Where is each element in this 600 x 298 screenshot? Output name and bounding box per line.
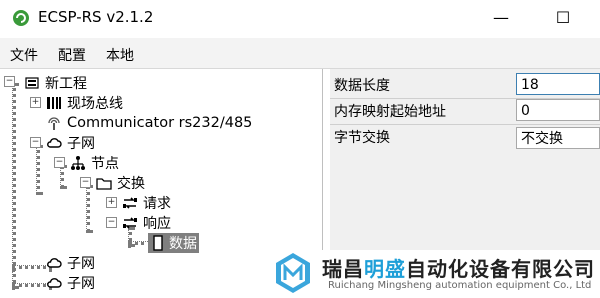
tree-line <box>86 185 90 233</box>
tree-line <box>12 83 16 289</box>
tree-item-label-selected: 数据 <box>148 233 199 253</box>
tree-item-subnet[interactable]: 子网 <box>46 273 97 293</box>
byte-swap-select[interactable]: 不交换 <box>516 127 600 149</box>
tree-item-label: 响应 <box>143 216 171 232</box>
tree-item-label: 交换 <box>117 176 145 192</box>
tree-item-label: 新工程 <box>45 76 87 92</box>
tree-item-subnet[interactable]: 子网 <box>46 133 97 153</box>
folder-icon <box>96 175 112 191</box>
title-bar: ECSP-RS v2.1.2 — ☐ <box>0 0 600 38</box>
brand-prefix: 瑞昌 <box>322 257 364 281</box>
tree-item-label: 节点 <box>91 156 119 172</box>
brand-suffix: 自动化设备有限公司 <box>406 257 595 281</box>
minimize-button[interactable]: — <box>486 6 516 30</box>
tree-line <box>36 145 40 195</box>
tree-item-data-text: 数据 <box>169 236 197 252</box>
brand-highlight: 明盛 <box>364 257 406 281</box>
window-title: ECSP-RS v2.1.2 <box>38 8 154 26</box>
project-icon <box>24 75 40 91</box>
company-logo-icon <box>276 253 310 293</box>
cloud-icon <box>46 255 62 271</box>
tree-item-subnet[interactable]: 子网 <box>46 253 97 273</box>
property-row: 内存映射起始地址 0 <box>330 97 600 123</box>
property-label: 内存映射起始地址 <box>334 104 446 120</box>
tree-item-fieldbus[interactable]: 现场总线 <box>46 93 125 113</box>
company-name: 瑞昌明盛自动化设备有限公司 <box>322 253 595 282</box>
maximize-button[interactable]: ☐ <box>548 6 578 30</box>
memory-map-start-input[interactable]: 0 <box>516 99 600 121</box>
tree-item-label: Communicator rs232/485 <box>67 115 253 131</box>
fieldbus-icon <box>46 95 62 111</box>
property-label: 字节交换 <box>334 130 390 146</box>
property-row: 字节交换 不交换 <box>330 123 600 149</box>
company-watermark: 瑞昌明盛自动化设备有限公司 Ruichang Mingsheng automat… <box>270 250 600 298</box>
tree-item-label: 请求 <box>143 196 171 212</box>
tree-item-request[interactable]: 请求 <box>122 193 173 213</box>
expand-toggle[interactable]: + <box>106 197 117 208</box>
tree-item-label: 子网 <box>67 256 95 272</box>
data-block-icon <box>150 235 166 251</box>
menu-file[interactable]: 文件 <box>10 45 38 65</box>
expand-toggle[interactable]: + <box>30 97 41 108</box>
collapse-toggle[interactable]: − <box>106 217 117 228</box>
collapse-toggle[interactable]: − <box>4 76 15 87</box>
tree-item-response[interactable]: 响应 <box>122 213 173 233</box>
swap-arrows-icon <box>122 215 138 231</box>
tree-item-data[interactable]: 数据 <box>148 233 199 253</box>
tree-item-label: 现场总线 <box>67 96 123 112</box>
app-icon <box>13 10 29 26</box>
collapse-toggle[interactable]: − <box>54 157 65 168</box>
tree-item-label: 子网 <box>67 276 95 292</box>
menu-bar: 文件 配置 本地 <box>0 38 600 69</box>
company-name-english: Ruichang Mingsheng automation equipment … <box>328 280 592 291</box>
tree-item-exchange[interactable]: 交换 <box>96 173 147 193</box>
menu-config[interactable]: 配置 <box>58 45 86 65</box>
tree-item-communicator[interactable]: Communicator rs232/485 <box>46 113 254 133</box>
collapse-toggle[interactable]: − <box>30 137 41 148</box>
tree-item-label: 子网 <box>67 136 95 152</box>
cloud-icon <box>46 275 62 291</box>
swap-arrows-icon <box>122 195 138 211</box>
collapse-toggle[interactable]: − <box>80 177 91 188</box>
hierarchy-icon <box>70 155 86 171</box>
tree-item-node[interactable]: 节点 <box>70 153 121 173</box>
tree-item-root[interactable]: 新工程 <box>24 73 89 93</box>
property-row: 数据长度 18 <box>330 71 600 97</box>
data-length-input[interactable]: 18 <box>516 73 600 95</box>
menu-local[interactable]: 本地 <box>106 45 134 65</box>
cloud-icon <box>46 135 62 151</box>
property-label: 数据长度 <box>334 78 390 94</box>
tree-line <box>60 165 64 189</box>
antenna-icon <box>46 115 62 131</box>
